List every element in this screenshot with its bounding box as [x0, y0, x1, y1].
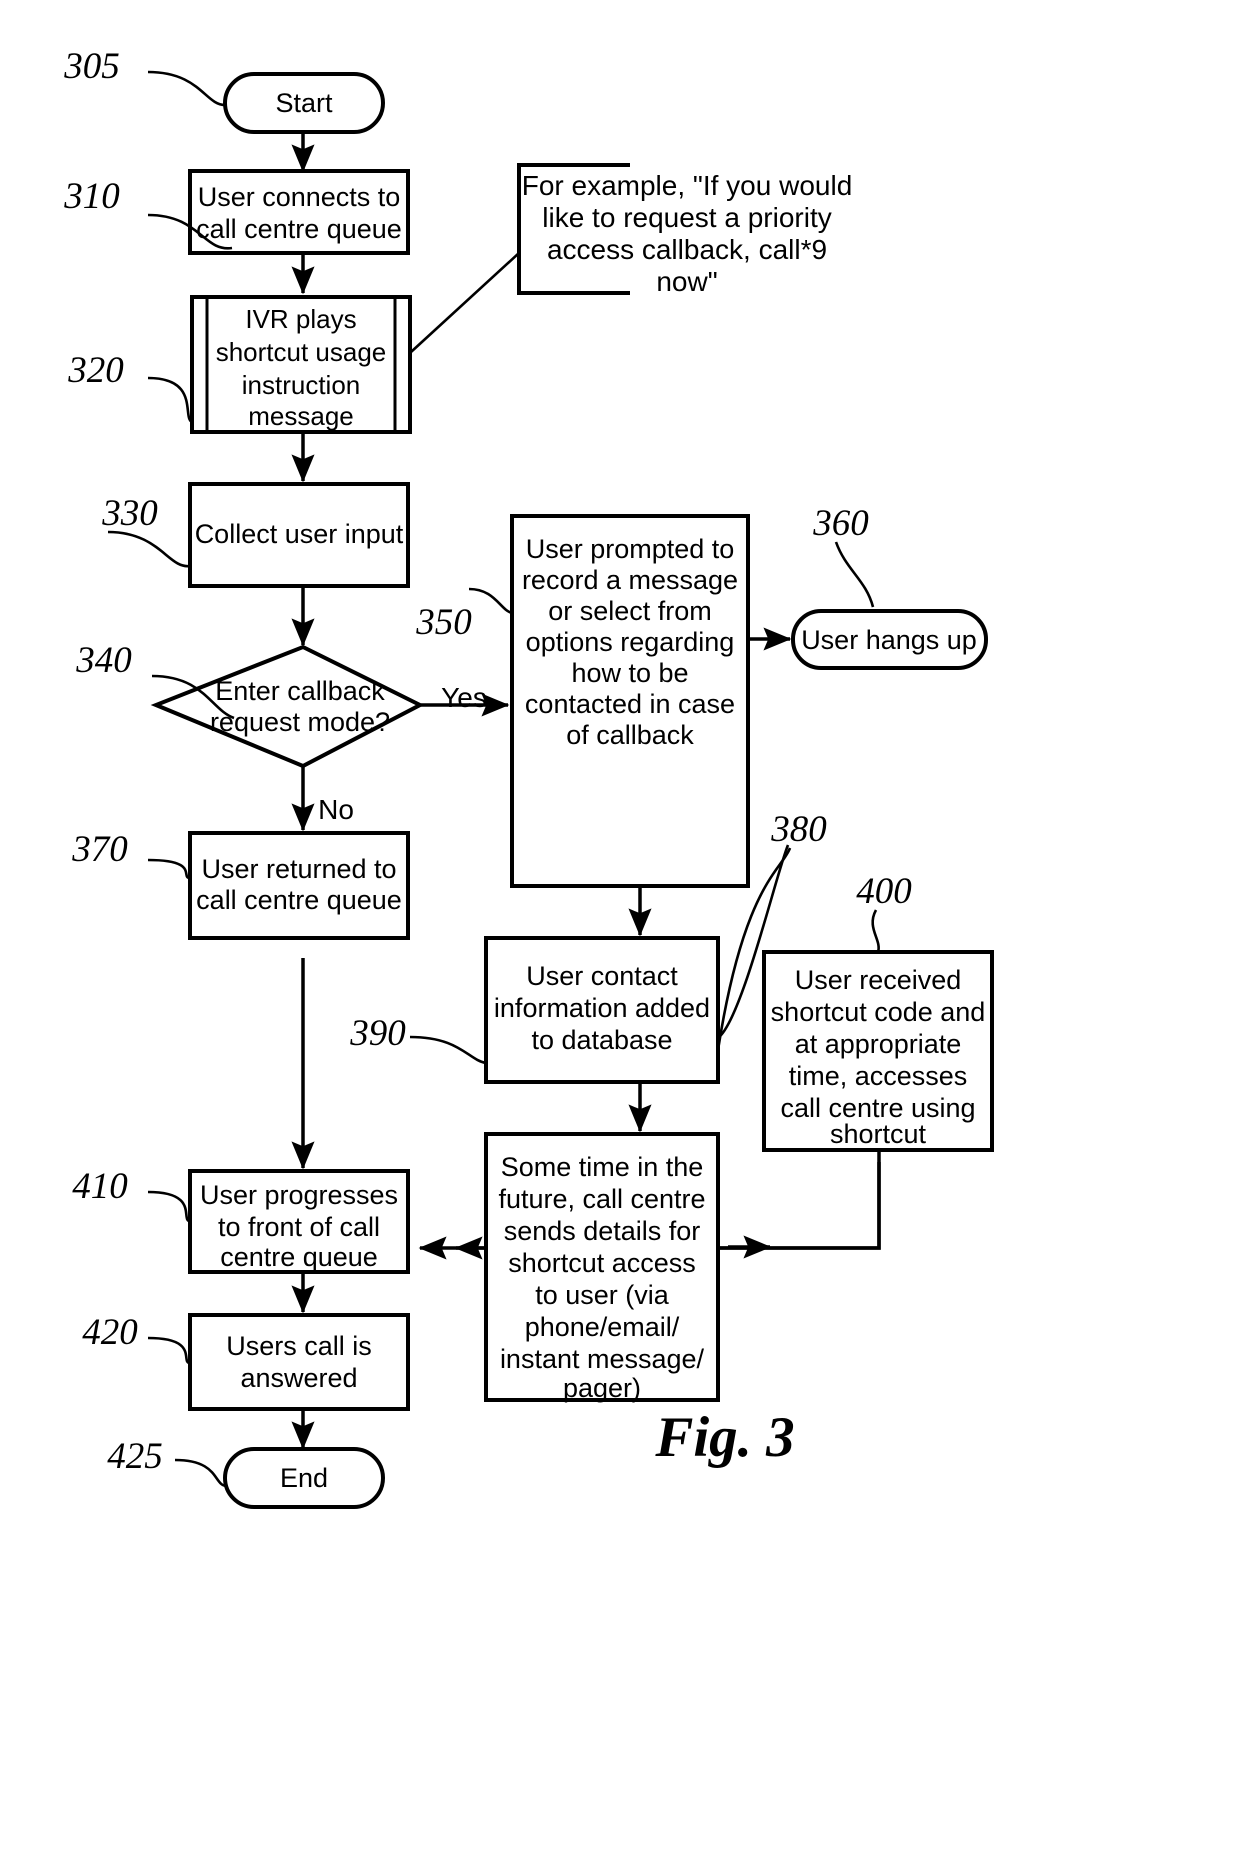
ref-numeral-360: 360	[812, 503, 869, 544]
ref-numeral-305: 305	[63, 46, 120, 87]
node-received-code-line-1: User received	[795, 965, 962, 995]
node-sends-details-line-6: phone/email/	[525, 1312, 680, 1342]
node-returned-queue-line-2: call centre queue	[196, 885, 402, 915]
node-collect-input-label: Collect user input	[195, 519, 404, 549]
edge-label-yes: Yes	[441, 682, 487, 713]
ref-numeral-310: 310	[63, 176, 120, 217]
node-record-message-line-6: contacted in case	[525, 689, 735, 719]
patent-figure: Start User connects to call centre queue…	[0, 0, 1240, 1857]
node-ivr-plays-line-3: instruction	[242, 370, 361, 400]
node-ivr-plays-line-4: message	[248, 401, 354, 431]
node-sends-details-line-3: sends details for	[504, 1216, 701, 1246]
node-contact-db[interactable]: User contact information added to databa…	[484, 936, 720, 1084]
node-contact-db-line-3: to database	[531, 1025, 672, 1055]
node-user-hangs-up-label: User hangs up	[801, 625, 977, 655]
callout-line-3: access callback, call*9	[547, 234, 827, 265]
node-sends-details-line-2: future, call centre	[498, 1184, 705, 1214]
node-progresses-front[interactable]: User progresses to front of call centre …	[188, 1169, 410, 1274]
node-sends-details-line-8: pager)	[563, 1373, 641, 1403]
node-contact-db-line-1: User contact	[526, 961, 678, 991]
ref-numeral-330: 330	[101, 493, 158, 534]
node-returned-queue[interactable]: User returned to call centre queue	[188, 831, 410, 940]
ref-numeral-420: 420	[82, 1312, 138, 1353]
node-end-label: End	[280, 1463, 328, 1493]
leader-350	[468, 587, 513, 615]
node-user-hangs-up[interactable]: User hangs up	[791, 609, 988, 670]
node-ivr-plays-line-1: IVR plays	[245, 304, 356, 334]
leader-420	[147, 1336, 191, 1365]
node-record-message-line-7: of callback	[566, 720, 694, 750]
leader-425	[174, 1458, 228, 1488]
flowchart-canvas: Start User connects to call centre queue…	[63, 46, 994, 1509]
node-connect-queue[interactable]: User connects to call centre queue	[188, 169, 410, 255]
callout-line-4: now"	[656, 266, 717, 297]
callout-line-1: For example, "If you would	[522, 170, 853, 201]
node-received-code[interactable]: User received shortcut code and at appro…	[762, 950, 994, 1152]
ref-numeral-410: 410	[72, 1166, 128, 1207]
leader-410	[147, 1190, 191, 1223]
ref-numeral-380: 380	[770, 809, 827, 850]
node-record-message-line-3: or select from	[548, 596, 712, 626]
node-call-answered[interactable]: Users call is answered	[188, 1313, 410, 1411]
edge-label-no: No	[318, 794, 354, 825]
leader-360	[834, 541, 875, 608]
ref-numeral-350: 350	[415, 602, 472, 643]
node-record-message-line-4: options regarding	[526, 627, 735, 657]
node-record-message-line-1: User prompted to	[526, 534, 735, 564]
node-connect-queue-line-1: User connects to	[198, 182, 401, 212]
node-decision-line-2: request mode?	[210, 707, 390, 737]
node-ivr-plays[interactable]: IVR plays shortcut usage instruction mes…	[190, 295, 412, 434]
node-received-code-line-3: at appropriate	[795, 1029, 962, 1059]
ref-numeral-390: 390	[349, 1013, 406, 1054]
ref-numeral-320: 320	[67, 350, 124, 391]
leader-330	[107, 530, 191, 568]
leader-400	[871, 909, 880, 953]
figure-label: Fig. 3	[654, 1406, 794, 1469]
leader-320	[147, 376, 193, 424]
node-returned-queue-line-1: User returned to	[201, 854, 396, 884]
node-sends-details-line-7: instant message/	[500, 1344, 705, 1374]
node-sends-details-line-1: Some time in the	[501, 1152, 704, 1182]
node-decision-line-1: Enter callback	[215, 676, 385, 706]
node-sends-details-line-5: to user (via	[535, 1280, 670, 1310]
node-call-answered-line-2: answered	[240, 1363, 357, 1393]
leader-370	[147, 858, 191, 880]
node-sends-details-shortcut-access[interactable]: Some time in the future, call centre sen…	[484, 1132, 720, 1403]
node-received-code-line-4: time, accesses	[789, 1061, 968, 1091]
callout-example-message: For example, "If you would like to reque…	[410, 163, 853, 353]
node-decision-callback-mode[interactable]: Enter callback request mode?	[150, 644, 425, 769]
node-end[interactable]: End	[223, 1447, 385, 1509]
callout-line-2: like to request a priority	[542, 202, 831, 233]
node-start-label: Start	[275, 88, 333, 118]
node-record-message-line-2: record a message	[522, 565, 738, 595]
node-record-message[interactable]: User prompted to record a message or sel…	[510, 514, 750, 888]
node-sends-details-line-4: shortcut access	[508, 1248, 696, 1278]
ref-numeral-425: 425	[107, 1436, 163, 1477]
leader-305	[147, 70, 226, 107]
node-collect-input[interactable]: Collect user input	[188, 482, 410, 588]
leader-390	[409, 1035, 487, 1065]
node-call-answered-line-1: Users call is	[226, 1331, 372, 1361]
ref-numeral-400: 400	[856, 871, 912, 912]
node-progresses-front-line-3: centre queue	[220, 1242, 378, 1272]
node-progresses-front-line-1: User progresses	[200, 1180, 398, 1210]
ref-numeral-340: 340	[75, 640, 132, 681]
node-ivr-plays-line-2: shortcut usage	[216, 337, 387, 367]
node-received-code-line-2: shortcut code and	[771, 997, 986, 1027]
ref-numeral-370: 370	[71, 829, 128, 870]
node-record-message-line-5: how to be	[571, 658, 688, 688]
node-connect-queue-line-2: call centre queue	[196, 214, 402, 244]
node-received-code-line-6: shortcut	[830, 1119, 927, 1149]
node-start[interactable]: Start	[223, 72, 385, 134]
node-progresses-front-line-2: to front of call	[218, 1212, 380, 1242]
node-contact-db-line-2: information added	[494, 993, 710, 1023]
